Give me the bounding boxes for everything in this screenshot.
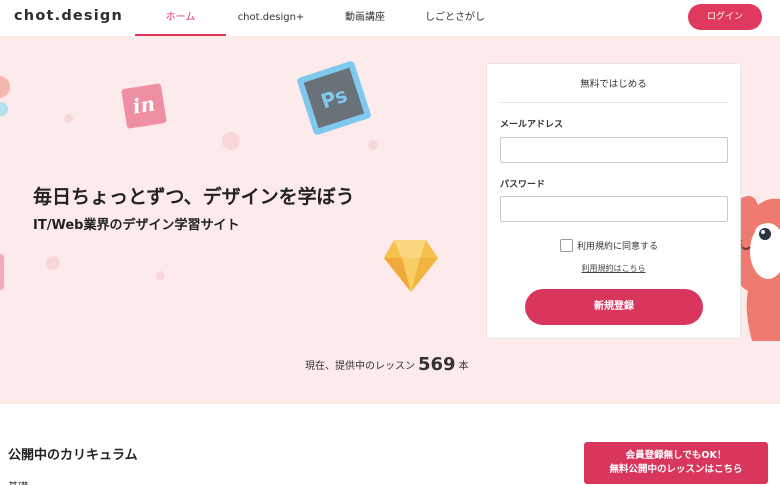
terms-checkbox[interactable] <box>560 239 573 252</box>
nav-video-courses[interactable]: 動画講座 <box>330 0 400 36</box>
decor-bubble <box>64 114 73 123</box>
signup-form: 無料ではじめる メールアドレス パスワード 利用規約に同意する 利用規約はこちら… <box>486 63 741 339</box>
gem-icon <box>384 240 438 292</box>
decor-shape <box>0 254 4 290</box>
hero-subtitle: IT/Web業界のデザイン学習サイト <box>33 218 240 233</box>
decor-bubble <box>0 76 10 98</box>
password-field[interactable] <box>500 196 728 222</box>
login-button[interactable]: ログイン <box>688 4 762 30</box>
curriculum-subtitle: 基礎 <box>8 478 28 485</box>
free-lessons-button-line1: 会員登録無しでもOK！ <box>625 450 727 461</box>
lesson-count-prefix: 現在、提供中のレッスン <box>305 361 415 372</box>
register-button[interactable]: 新規登録 <box>525 289 703 325</box>
lesson-count-number: 569 <box>418 354 456 375</box>
terms-agree-label[interactable]: 利用規約に同意する <box>577 242 658 252</box>
curriculum-section: 公開中のカリキュラム 基礎 会員登録無しでもOK！ 無料公開中のレッスンはこちら <box>0 404 780 485</box>
decor-bubble <box>222 132 240 150</box>
nav-home[interactable]: ホーム <box>135 0 226 36</box>
nav-chot-design-plus[interactable]: chot.design+ <box>230 0 312 36</box>
terms-link[interactable]: 利用規約はこちら <box>487 263 740 274</box>
form-title: 無料ではじめる <box>580 79 647 90</box>
password-label: パスワード <box>500 180 546 190</box>
hero-title: 毎日ちょっとずつ、デザインを学ぼう <box>33 186 355 208</box>
site-logo[interactable]: chot.design <box>14 8 123 24</box>
free-lessons-button-line2: 無料公開中のレッスンはこちら <box>609 464 743 475</box>
photoshop-icon: Ps <box>296 60 372 136</box>
decor-bubble <box>156 271 165 280</box>
site-header: chot.design ホーム chot.design+ 動画講座 しごとさがし… <box>0 0 780 36</box>
curriculum-title: 公開中のカリキュラム <box>8 448 138 463</box>
decor-bubble <box>368 140 378 150</box>
form-divider <box>500 102 728 103</box>
photoshop-icon-label: Ps <box>303 67 365 129</box>
terms-agree-row[interactable]: 利用規約に同意する <box>560 235 658 252</box>
email-field[interactable] <box>500 137 728 163</box>
free-lessons-button[interactable]: 会員登録無しでもOK！ 無料公開中のレッスンはこちら <box>584 442 768 484</box>
decor-bubble <box>46 256 60 270</box>
email-label: メールアドレス <box>500 120 564 130</box>
invision-icon: in <box>121 83 167 129</box>
hero-section: in Ps 毎日ちょっとずつ、デザインを学ぼう IT/Web業界のデザイン学習サ… <box>0 36 780 404</box>
decor-bubble <box>0 102 8 116</box>
nav-job-search[interactable]: しごとさがし <box>418 0 492 36</box>
lesson-count-suffix: 本 <box>458 361 469 372</box>
lesson-count: 現在、提供中のレッスン 569 本 <box>305 354 469 375</box>
